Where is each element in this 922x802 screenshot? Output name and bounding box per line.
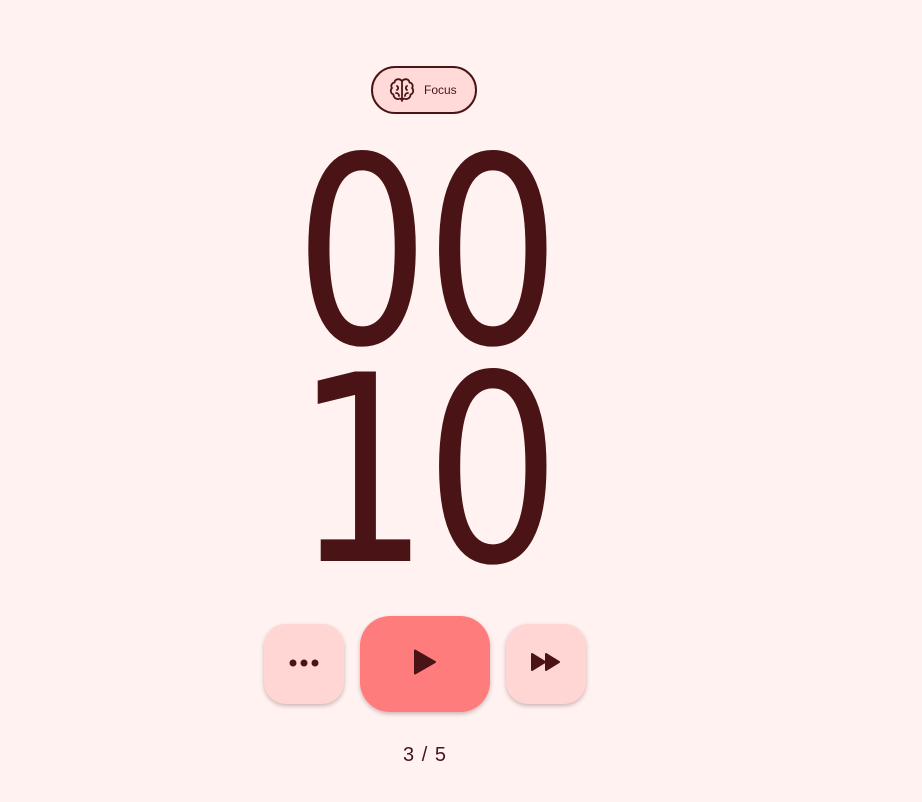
fast-forward-icon xyxy=(530,652,562,677)
timer-seconds: 10 xyxy=(294,321,560,623)
mode-chip-label: Focus xyxy=(424,83,457,97)
skip-button[interactable] xyxy=(506,624,586,704)
more-options-button[interactable] xyxy=(264,624,344,704)
brain-icon xyxy=(387,75,417,105)
play-button[interactable] xyxy=(360,616,490,712)
session-counter: 3 / 5 xyxy=(403,744,447,766)
more-horizontal-icon xyxy=(289,655,319,673)
play-icon xyxy=(412,648,438,681)
